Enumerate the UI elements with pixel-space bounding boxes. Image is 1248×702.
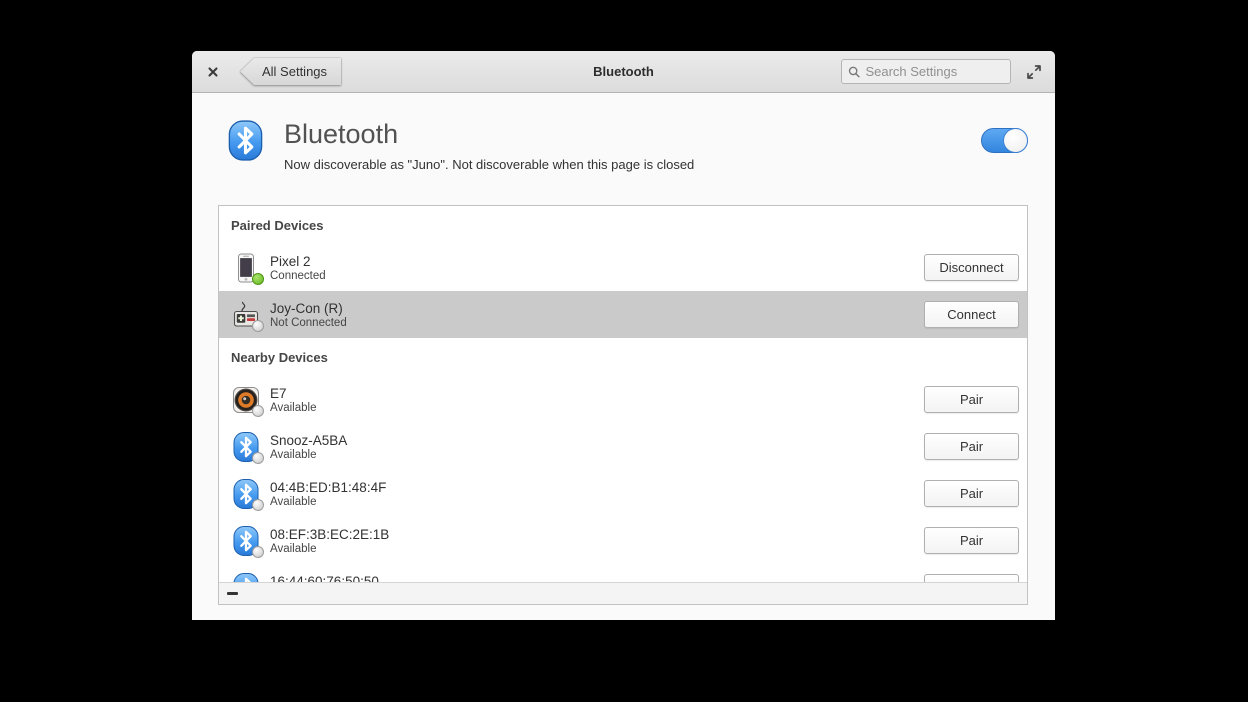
pair-button[interactable]: Pair xyxy=(924,433,1019,460)
device-row[interactable]: 04:4B:ED:B1:48:4F Available Pair xyxy=(219,470,1027,517)
section-header: Paired Devices xyxy=(219,206,1027,244)
pair-button[interactable]: Pair xyxy=(924,386,1019,413)
device-row[interactable]: 08:EF:3B:EC:2E:1B Available Pair xyxy=(219,517,1027,564)
bluetooth-icon xyxy=(230,431,262,463)
device-status: Available xyxy=(270,496,386,508)
smartphone-icon xyxy=(230,252,262,284)
status-dot xyxy=(252,546,264,558)
pair-button[interactable]: Pair xyxy=(924,480,1019,507)
device-status: Available xyxy=(270,402,316,414)
search-icon xyxy=(848,65,860,79)
connect-button[interactable]: Connect xyxy=(924,301,1019,328)
status-dot xyxy=(252,405,264,417)
window-title: Bluetooth xyxy=(593,64,654,79)
device-status: Connected xyxy=(270,270,326,282)
pair-button[interactable]: Pair xyxy=(924,527,1019,554)
bluetooth-icon xyxy=(224,119,267,162)
page-title: Bluetooth xyxy=(284,119,694,150)
maximize-icon[interactable] xyxy=(1019,57,1049,87)
bluetooth-icon xyxy=(230,572,262,583)
device-row[interactable]: Snooz-A5BA Available Pair xyxy=(219,423,1027,470)
search-settings-field[interactable] xyxy=(841,59,1011,84)
device-list-frame: Paired Devices Pixel 2 Connected Disconn… xyxy=(218,205,1028,605)
device-name: Snooz-A5BA xyxy=(270,433,347,448)
minus-icon xyxy=(227,592,238,595)
disconnect-button[interactable]: Disconnect xyxy=(924,254,1019,281)
speaker-icon xyxy=(230,384,262,416)
titlebar: All Settings Bluetooth xyxy=(192,51,1055,93)
pair-button[interactable]: Pair xyxy=(924,574,1019,582)
settings-window: All Settings Bluetooth xyxy=(192,51,1055,620)
close-icon[interactable] xyxy=(198,57,228,87)
device-status: Available xyxy=(270,449,347,461)
device-row[interactable]: E7 Available Pair xyxy=(219,376,1027,423)
status-dot xyxy=(252,273,264,285)
section-header: Nearby Devices xyxy=(219,338,1027,376)
device-row[interactable]: Joy-Con (R) Not Connected Connect xyxy=(219,291,1027,338)
device-status: Available xyxy=(270,543,389,555)
status-dot xyxy=(252,452,264,464)
page-subtitle: Now discoverable as "Juno". Not discover… xyxy=(284,157,694,172)
search-settings-input[interactable] xyxy=(865,64,1004,79)
device-name: 16:44:60:76:50:50 xyxy=(270,574,379,583)
device-list: Paired Devices Pixel 2 Connected Disconn… xyxy=(219,206,1027,582)
device-name: Pixel 2 xyxy=(270,254,326,269)
list-toolbar xyxy=(219,582,1027,604)
device-name: Joy-Con (R) xyxy=(270,301,347,316)
toggle-knob xyxy=(1003,128,1028,153)
page-header: Bluetooth Now discoverable as "Juno". No… xyxy=(224,119,1028,172)
bluetooth-toggle[interactable] xyxy=(981,128,1028,153)
device-row[interactable]: Pixel 2 Connected Disconnect xyxy=(219,244,1027,291)
bluetooth-icon xyxy=(230,525,262,557)
device-row[interactable]: 16:44:60:76:50:50 Available Pair xyxy=(219,564,1027,582)
device-name: 04:4B:ED:B1:48:4F xyxy=(270,480,386,495)
device-name: 08:EF:3B:EC:2E:1B xyxy=(270,527,389,542)
device-status: Not Connected xyxy=(270,317,347,329)
remove-device-button[interactable] xyxy=(219,583,245,605)
gamepad-icon xyxy=(230,299,262,331)
bluetooth-icon xyxy=(230,478,262,510)
all-settings-back-button[interactable]: All Settings xyxy=(240,58,341,85)
status-dot xyxy=(252,499,264,511)
device-name: E7 xyxy=(270,386,316,401)
bluetooth-page: Bluetooth Now discoverable as "Juno". No… xyxy=(192,93,1055,620)
status-dot xyxy=(252,320,264,332)
